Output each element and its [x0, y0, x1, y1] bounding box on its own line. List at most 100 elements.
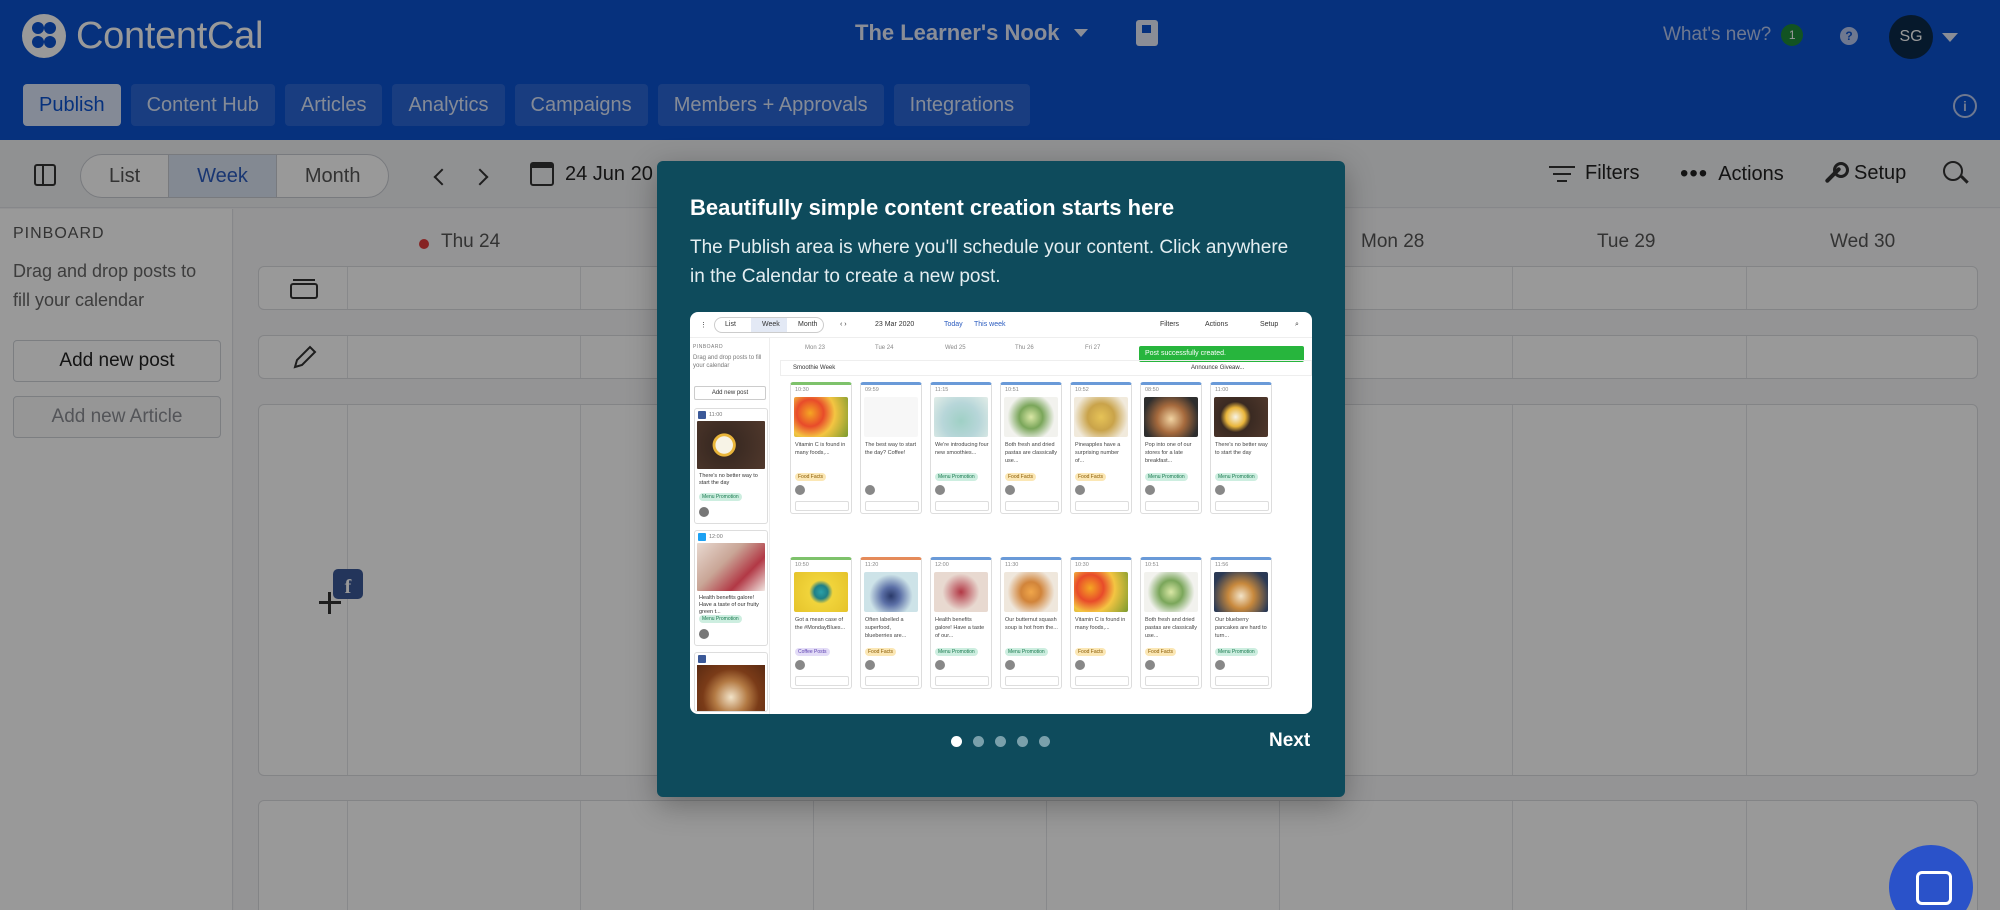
- preview-post-actions: [1145, 501, 1199, 511]
- preview-post-actions: [865, 676, 919, 686]
- modal-body: The Publish area is where you'll schedul…: [690, 237, 1289, 287]
- preview-post-actions: [1215, 501, 1269, 511]
- preview-post-card: 11:56 Our blueberry pancakes are hard to …: [1210, 557, 1272, 689]
- avatar: [935, 660, 945, 670]
- preview-post-text: Our blueberry pancakes are hard to turn.…: [1215, 617, 1267, 639]
- preview-post-actions: [1145, 676, 1199, 686]
- app-root: ContentCal The Learner's Nook What's new…: [0, 0, 2000, 910]
- preview-post-time: 11:56: [1215, 562, 1229, 568]
- preview-post-actions: [1005, 676, 1059, 686]
- preview-side-post: [694, 652, 768, 712]
- preview-post-tag: Coffee Posts: [795, 648, 830, 656]
- avatar: [1145, 660, 1155, 670]
- preview-post-actions: [795, 676, 849, 686]
- modal-pagination: [951, 736, 1050, 747]
- preview-post-time: 10:52: [1075, 387, 1089, 393]
- avatar: [795, 485, 805, 495]
- modal-title: Beautifully simple content creation star…: [690, 195, 1175, 220]
- preview-post-image: [1214, 572, 1268, 612]
- preview-post-tag: Menu Promotion: [1145, 473, 1188, 481]
- preview-post-actions: [1005, 501, 1059, 511]
- preview-post-image: [1074, 397, 1128, 437]
- preview-side-post: 11:00 There's no better way to start the…: [694, 408, 768, 524]
- preview-post-tag: Food Facts: [1005, 473, 1037, 481]
- preview-post-image: [794, 572, 848, 612]
- preview-post-image: [1004, 572, 1058, 612]
- avatar: [865, 485, 875, 495]
- preview-post-text: Health benefits galore! Have a taste of …: [935, 617, 985, 639]
- preview-screenshot: ⋮ List Week Month ‹ › 23 Mar 2020 Today …: [690, 312, 1312, 714]
- pagination-dot[interactable]: [1017, 736, 1028, 747]
- avatar: [935, 485, 945, 495]
- preview-post-actions: [795, 501, 849, 511]
- preview-post-image: [1004, 397, 1058, 437]
- preview-post-actions: [935, 501, 989, 511]
- preview-toolbar: ⋮ List Week Month ‹ › 23 Mar 2020 Today …: [690, 312, 1312, 338]
- next-button[interactable]: Next: [1269, 730, 1310, 752]
- avatar: [1005, 485, 1015, 495]
- preview-post-text: Pop into one of our stores for a late br…: [1145, 442, 1192, 464]
- preview-post-text: There's no better way to start the day: [1215, 442, 1268, 456]
- preview-post-time: 11:20: [865, 562, 879, 568]
- preview-post-card: 08:50 Pop into one of our stores for a la…: [1140, 382, 1202, 514]
- preview-post-time: 10:51: [1145, 562, 1159, 568]
- preview-post-card: 10:51 Both fresh and dried pastas are cla…: [1000, 382, 1062, 514]
- preview-post-text: Our butternut squash soup is hot from th…: [1005, 617, 1058, 631]
- preview-post-time: 10:50: [795, 562, 809, 568]
- preview-pinboard: PINBOARD Drag and drop posts to fill you…: [690, 338, 770, 714]
- preview-post-tag: Food Facts: [1145, 648, 1177, 656]
- preview-post-tag: Menu Promotion: [1005, 648, 1048, 656]
- preview-post-image: [934, 572, 988, 612]
- pagination-dot[interactable]: [973, 736, 984, 747]
- preview-post-tag: Food Facts: [865, 648, 897, 656]
- preview-post-text: Both fresh and dried pastas are classica…: [1145, 617, 1197, 639]
- pagination-dot[interactable]: [1039, 736, 1050, 747]
- preview-post-card: 12:00 Health benefits galore! Have a tast…: [930, 557, 992, 689]
- avatar: [1215, 485, 1225, 495]
- preview-post-tag: Menu Promotion: [935, 648, 978, 656]
- onboarding-modal: Beautifully simple content creation star…: [657, 161, 1345, 797]
- avatar: [1005, 660, 1015, 670]
- preview-post-image: [1214, 397, 1268, 437]
- preview-post-tag: Food Facts: [1075, 473, 1107, 481]
- preview-post-text: Vitamin C is found in many foods,...: [1075, 617, 1126, 631]
- preview-post-card: 09:59 The best way to start the day? Coff…: [860, 382, 922, 514]
- preview-post-text: Pineapples have a surprising number of..…: [1075, 442, 1121, 464]
- preview-post-card: 11:15 We're introducing four new smoothie…: [930, 382, 992, 514]
- preview-post-actions: [935, 676, 989, 686]
- avatar: [1215, 660, 1225, 670]
- preview-post-time: 11:30: [1005, 562, 1019, 568]
- avatar: [1145, 485, 1155, 495]
- preview-post-time: 08:50: [1145, 387, 1159, 393]
- preview-post-image: [934, 397, 988, 437]
- preview-post-card: 10:52 Pineapples have a surprising number…: [1070, 382, 1132, 514]
- preview-post-tag: Menu Promotion: [1215, 473, 1258, 481]
- preview-post-time: 12:00: [935, 562, 949, 568]
- preview-post-text: We're introducing four new smoothies...: [935, 442, 989, 456]
- preview-post-tag: Food Facts: [795, 473, 827, 481]
- preview-post-actions: [1215, 676, 1269, 686]
- preview-post-text: The best way to start the day? Coffee!: [865, 442, 917, 456]
- pagination-dot[interactable]: [951, 736, 962, 747]
- preview-post-image: [1144, 572, 1198, 612]
- preview-post-actions: [1075, 676, 1129, 686]
- preview-post-tag: Menu Promotion: [1215, 648, 1258, 656]
- preview-post-card: 10:51 Both fresh and dried pastas are cla…: [1140, 557, 1202, 689]
- preview-post-image: [864, 572, 918, 612]
- preview-post-actions: [865, 501, 919, 511]
- preview-post-card: 11:30 Our butternut squash soup is hot fr…: [1000, 557, 1062, 689]
- preview-post-card: 10:30 Vitamin C is found in many foods,..…: [1070, 557, 1132, 689]
- preview-post-time: 11:00: [1215, 387, 1229, 393]
- preview-side-post: 12:00 Health benefits galore! Have a tas…: [694, 530, 768, 646]
- preview-post-actions: [1075, 501, 1129, 511]
- preview-campaign-strip: Smoothie Week Announce Giveaw...: [780, 360, 1312, 376]
- avatar: [865, 660, 875, 670]
- preview-post-card: 10:30 Vitamin C is found in many foods,..…: [790, 382, 852, 514]
- pagination-dot[interactable]: [995, 736, 1006, 747]
- preview-post-image: [864, 397, 918, 437]
- preview-post-image: [1144, 397, 1198, 437]
- preview-post-text: Got a mean case of the #MondayBlues...: [795, 617, 846, 631]
- preview-post-time: 10:30: [1075, 562, 1089, 568]
- avatar: [1075, 660, 1085, 670]
- preview-post-text: Often labelled a superfood, blueberries …: [865, 617, 907, 639]
